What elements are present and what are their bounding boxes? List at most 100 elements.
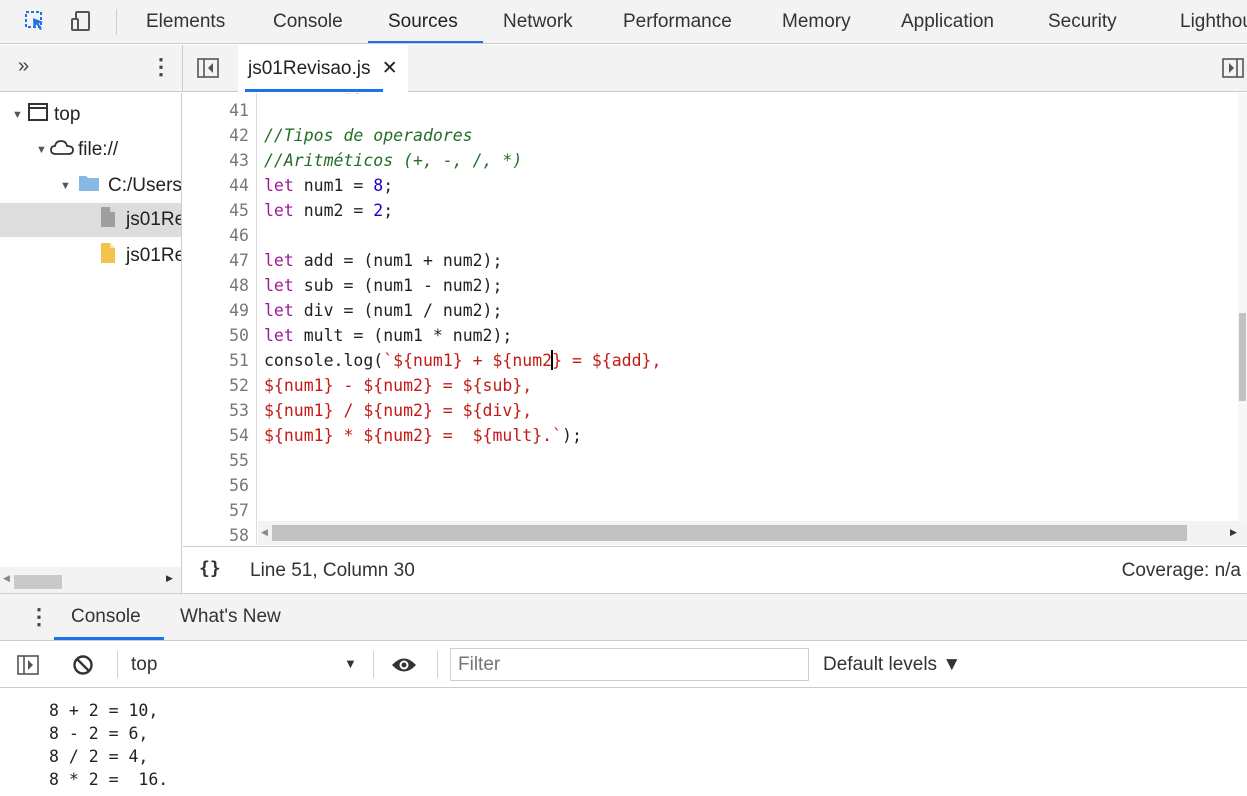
- line-number[interactable]: 43: [183, 148, 249, 173]
- tab-elements[interactable]: Elements: [146, 0, 225, 43]
- code-line: ${num1} / ${num2} = ${div},: [264, 401, 533, 420]
- file-tab-indicator: [245, 89, 383, 92]
- line-number[interactable]: 58: [183, 523, 249, 545]
- expand-arrow-icon[interactable]: ▼: [60, 180, 72, 192]
- scroll-right-icon[interactable]: ▶: [1230, 527, 1237, 538]
- code-line: console.log(`${num1} + ${num2} = ${add},: [264, 350, 662, 370]
- line-number[interactable]: 50: [183, 323, 249, 348]
- console-output: 8 + 2 = 10, 8 - 2 = 6, 8 / 2 = 4, 8 * 2 …: [0, 689, 1247, 796]
- tab-lighthouse[interactable]: Lighthouse: [1180, 0, 1247, 43]
- code-line: let add = (num1 + num2);: [264, 251, 503, 270]
- scroll-left-icon[interactable]: ◀: [3, 573, 10, 584]
- toolbar-separator: [373, 651, 374, 678]
- tree-item-folder[interactable]: ▼ C:/Users: [0, 169, 181, 203]
- console-toolbar: top ▼ Default levels ▼: [0, 641, 1247, 688]
- file-navigator: ▼ top ▼ file:// ▼ C:/Users js01Revisao.h…: [0, 93, 182, 593]
- filter-input[interactable]: [450, 648, 809, 681]
- expand-arrow-icon[interactable]: ▼: [12, 109, 24, 121]
- coverage-status: Coverage: n/a: [1121, 560, 1241, 581]
- close-icon[interactable]: ✕: [382, 58, 398, 79]
- cursor-position: Line 51, Column 30: [250, 560, 415, 581]
- pretty-print-button[interactable]: {}: [199, 558, 221, 579]
- line-number[interactable]: 44: [183, 173, 249, 198]
- chevron-down-icon[interactable]: ▼: [344, 656, 357, 671]
- toolbar-separator: [437, 651, 438, 678]
- line-number[interactable]: 56: [183, 473, 249, 498]
- code-line: ];: [264, 93, 363, 98]
- line-number[interactable]: 53: [183, 398, 249, 423]
- code-line: //Aritméticos (+, -, /, *): [264, 151, 523, 170]
- active-tab-indicator: [368, 41, 483, 43]
- toolbar-separator: [116, 9, 117, 35]
- navigator-scrollbar[interactable]: ◀ ▶: [0, 567, 181, 593]
- scrollbar-thumb[interactable]: [1239, 313, 1246, 401]
- console-message: 8 / 2 = 4,: [49, 747, 149, 766]
- line-number[interactable]: 45: [183, 198, 249, 223]
- toolbar-separator: [117, 651, 118, 678]
- live-expression-eye-icon[interactable]: [391, 656, 417, 679]
- tab-application[interactable]: Application: [901, 0, 994, 43]
- line-number[interactable]: 51: [183, 348, 249, 373]
- editor-status-bar: {} Line 51, Column 30 Coverage: n/a: [183, 546, 1247, 593]
- line-number[interactable]: 57: [183, 498, 249, 523]
- line-number[interactable]: 41: [183, 98, 249, 123]
- tab-sources[interactable]: Sources: [388, 0, 458, 43]
- navigator-menu-icon[interactable]: ⋮: [150, 54, 172, 80]
- frame-icon: [28, 103, 48, 127]
- console-message: 8 * 2 = 16.: [49, 770, 169, 789]
- line-number[interactable]: 46: [183, 223, 249, 248]
- editor-horizontal-scrollbar[interactable]: ◀ ▶: [258, 521, 1247, 545]
- editor-vertical-scrollbar[interactable]: [1238, 93, 1247, 521]
- tab-console[interactable]: Console: [273, 0, 343, 43]
- tree-item-js-file[interactable]: js01Revisao.js: [0, 239, 181, 273]
- code-line: //Tipos de operadores: [264, 126, 473, 145]
- device-toolbar-icon[interactable]: [68, 8, 94, 34]
- tree-item-origin[interactable]: ▼ file://: [0, 133, 181, 167]
- inspect-element-icon[interactable]: [22, 8, 48, 34]
- tree-item-label: top: [54, 104, 81, 125]
- log-levels-dropdown[interactable]: Default levels ▼: [823, 654, 961, 676]
- folder-icon: [78, 174, 100, 198]
- file-icon: [100, 206, 116, 234]
- tab-memory[interactable]: Memory: [782, 0, 851, 43]
- drawer-tab-whats-new[interactable]: What's New: [180, 594, 281, 640]
- drawer-menu-icon[interactable]: ⋮: [28, 604, 50, 630]
- tree-item-html-file[interactable]: js01Revisao.html: [0, 203, 181, 237]
- expand-arrow-icon[interactable]: ▼: [36, 144, 48, 156]
- scroll-left-icon[interactable]: ◀: [261, 527, 268, 538]
- tab-network[interactable]: Network: [503, 0, 573, 43]
- code-line: let div = (num1 / num2);: [264, 301, 503, 320]
- tab-performance[interactable]: Performance: [623, 0, 732, 43]
- drawer-tab-bar: ⋮ Console What's New: [0, 593, 1247, 641]
- toggle-navigator-icon[interactable]: [197, 58, 219, 83]
- scrollbar-thumb[interactable]: [272, 525, 1187, 541]
- toggle-debugger-icon[interactable]: [1222, 58, 1244, 83]
- code-line: let num1 = 8;: [264, 176, 394, 195]
- code-line: let mult = (num1 * num2);: [264, 326, 513, 345]
- sources-toolbar: » ⋮ js01Revisao.js ✕: [0, 45, 1247, 92]
- scroll-right-icon[interactable]: ▶: [166, 573, 173, 584]
- code-line: ${num1} * ${num2} = ${mult}.`);: [264, 426, 582, 445]
- clear-console-icon[interactable]: [72, 654, 94, 681]
- context-selector[interactable]: top: [131, 654, 157, 676]
- line-number[interactable]: 42: [183, 123, 249, 148]
- line-number[interactable]: 49: [183, 298, 249, 323]
- devtools-tab-bar: Elements Console Sources Network Perform…: [0, 0, 1247, 44]
- drawer-tab-console[interactable]: Console: [71, 594, 141, 640]
- tree-item-top[interactable]: ▼ top: [0, 98, 181, 132]
- tree-item-label: js01Revisao.html: [126, 209, 181, 230]
- show-sidebar-icon[interactable]: [17, 655, 39, 680]
- line-number[interactable]: 47: [183, 248, 249, 273]
- line-number[interactable]: 52: [183, 373, 249, 398]
- line-number[interactable]: 48: [183, 273, 249, 298]
- tab-security[interactable]: Security: [1048, 0, 1117, 43]
- file-tab[interactable]: js01Revisao.js ✕: [238, 45, 408, 92]
- more-tabs-button[interactable]: »: [18, 55, 29, 78]
- code-line: let sub = (num1 - num2);: [264, 276, 503, 295]
- code-line: let num2 = 2;: [264, 201, 394, 220]
- line-number[interactable]: 54: [183, 423, 249, 448]
- scrollbar-thumb[interactable]: [14, 575, 62, 589]
- code-line: ${num1} - ${num2} = ${sub},: [264, 376, 533, 395]
- code-editor[interactable]: 414243444546474849505152535455565758 ]; …: [183, 93, 1247, 545]
- line-number[interactable]: 55: [183, 448, 249, 473]
